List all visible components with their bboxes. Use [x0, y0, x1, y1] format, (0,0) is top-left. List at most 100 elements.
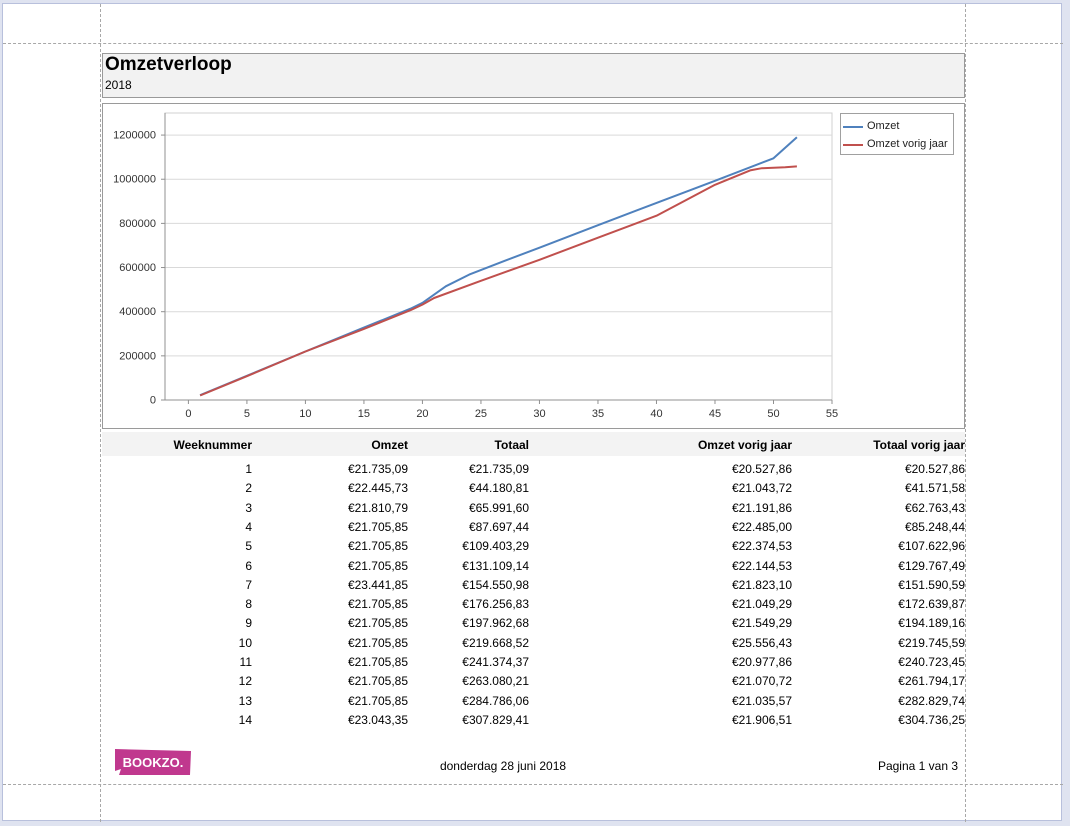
cell-totaal: €307.829,41: [462, 712, 529, 727]
y-tick-label: 1200000: [113, 130, 156, 142]
x-tick-label: 40: [650, 408, 662, 420]
cell-weeknummer: 1: [245, 462, 252, 476]
report-title: Omzetverloop: [105, 54, 232, 75]
table-row: 8 €21.705,85 €176.256,83 €21.049,29 €172.639…: [102, 595, 965, 614]
cell-totaal: €219.668,52: [462, 635, 529, 650]
x-tick-label: 35: [592, 408, 604, 420]
cell-weeknummer: 7: [245, 577, 252, 592]
cell-omzet-vorig-jaar: €21.043,72: [731, 481, 792, 496]
cell-totaal-vorig-jaar: €20.527,86: [904, 462, 965, 476]
cell-totaal-vorig-jaar: €151.590,59: [898, 577, 965, 592]
cell-weeknummer: 10: [238, 635, 252, 650]
cell-totaal-vorig-jaar: €194.189,16: [898, 616, 965, 631]
cell-totaal: €176.256,83: [462, 597, 529, 612]
x-tick-label: 55: [826, 408, 838, 420]
cell-totaal: €131.109,14: [462, 558, 529, 573]
cell-totaal: €197.962,68: [462, 616, 529, 631]
cell-omzet-vorig-jaar: €21.191,86: [731, 500, 792, 515]
margin-guide-top: [3, 43, 1063, 44]
cell-weeknummer: 12: [238, 674, 252, 689]
logo-text: BOOKZO.: [123, 755, 184, 770]
cell-totaal-vorig-jaar: €261.794,17: [898, 674, 965, 689]
cell-omzet: €21.735,09: [347, 462, 408, 476]
cell-totaal: €154.550,98: [462, 577, 529, 592]
table-row: 6 €21.705,85 €131.109,14 €22.144,53 €129.767…: [102, 557, 965, 576]
column-header-omzet-vorig-jaar: Omzet vorig jaar: [697, 438, 792, 452]
cell-totaal-vorig-jaar: €62.763,43: [904, 500, 965, 515]
cell-omzet-vorig-jaar: €21.070,72: [731, 674, 792, 689]
table-row: 12 €21.705,85 €263.080,21 €21.070,72 €261.79…: [102, 672, 965, 691]
cell-totaal: €65.991,60: [468, 500, 529, 515]
cell-omzet: €21.810,79: [347, 500, 408, 515]
table-row: 4 €21.705,85 €87.697,44 €22.485,00 €85.248,4…: [102, 518, 965, 537]
report-subtitle: 2018: [105, 78, 132, 92]
cell-omzet-vorig-jaar: €20.977,86: [731, 655, 792, 669]
cell-weeknummer: 13: [238, 693, 252, 708]
cell-totaal: €87.697,44: [468, 519, 529, 534]
cell-totaal: €109.403,29: [462, 539, 529, 554]
x-tick-label: 25: [475, 408, 487, 420]
x-tick-label: 20: [416, 408, 428, 420]
cell-weeknummer: 9: [245, 616, 252, 631]
chart-legend: Omzet Omzet vorig jaar: [840, 113, 954, 155]
bookzo-logo: BOOKZO.: [115, 749, 191, 775]
column-header-totaal: Totaal: [494, 438, 529, 452]
table-header: Weeknummer Omzet Totaal Omzet vorig jaar Tot…: [102, 432, 965, 456]
cell-omzet: €21.705,85: [347, 635, 408, 650]
y-tick-label: 200000: [119, 350, 156, 362]
legend-label: Omzet: [867, 120, 900, 132]
y-tick-label: 800000: [119, 218, 156, 230]
table-row: 14 €23.043,35 €307.829,41 €21.906,51 €304.73…: [102, 711, 965, 730]
cell-omzet: €21.705,85: [347, 519, 408, 534]
table-row: 1 €21.735,09 €21.735,09 €20.527,86 €20.527,8…: [102, 460, 965, 479]
x-tick-label: 15: [358, 408, 370, 420]
cell-totaal: €241.374,37: [462, 655, 529, 669]
cell-totaal-vorig-jaar: €219.745,59: [898, 635, 965, 650]
chart-panel: 0 200000 400000 600000 800000 1000000 1200000 0…: [102, 103, 965, 429]
cell-omzet-vorig-jaar: €20.527,86: [731, 462, 792, 476]
cell-weeknummer: 3: [245, 500, 252, 515]
column-header-weeknummer: Weeknummer: [173, 438, 252, 452]
cell-weeknummer: 8: [245, 597, 252, 612]
margin-guide-left: [100, 4, 101, 822]
cell-omzet: €21.705,85: [347, 674, 408, 689]
cell-weeknummer: 11: [239, 655, 252, 669]
cell-totaal-vorig-jaar: €41.571,58: [904, 481, 965, 496]
x-tick-label: 45: [709, 408, 721, 420]
cell-totaal-vorig-jaar: €85.248,44: [904, 519, 965, 534]
y-tick-label: 600000: [119, 262, 156, 274]
cell-weeknummer: 5: [245, 539, 252, 554]
report-page: Omzetverloop 2018 0 200000 400000 600000 800…: [2, 3, 1063, 822]
cell-omzet: €21.705,85: [347, 655, 408, 669]
line-chart: 0 200000 400000 600000 800000 1000000 1200000 0…: [113, 112, 838, 420]
footer-page-number: Pagina 1 van 3: [877, 759, 958, 773]
legend-label: Omzet vorig jaar: [867, 138, 948, 150]
x-tick-label: 10: [299, 408, 311, 420]
cell-omzet-vorig-jaar: €21.823,10: [731, 577, 792, 592]
x-tick-label: 0: [185, 408, 191, 420]
y-tick-label: 1000000: [113, 174, 156, 186]
cell-totaal-vorig-jaar: €304.736,25: [898, 712, 965, 727]
cell-omzet-vorig-jaar: €22.485,00: [731, 519, 792, 534]
table-row: 13 €21.705,85 €284.786,06 €21.035,57 €282.82…: [102, 692, 965, 711]
cell-omzet: €21.705,85: [347, 597, 408, 612]
cell-totaal: €44.180,81: [468, 481, 529, 496]
table-row: 5 €21.705,85 €109.403,29 €22.374,53 €107.622…: [102, 537, 965, 556]
legend-swatch: [843, 144, 863, 146]
table-row: 3 €21.810,79 €65.991,60 €21.191,86 €62.763,4…: [102, 499, 965, 518]
column-header-omzet: Omzet: [371, 438, 408, 452]
margin-guide-right: [965, 4, 966, 822]
cell-omzet-vorig-jaar: €21.549,29: [731, 616, 792, 631]
x-tick-label: 30: [533, 408, 545, 420]
cell-omzet-vorig-jaar: €25.556,43: [731, 635, 792, 650]
table-row: 9 €21.705,85 €197.962,68 €21.549,29 €194.189…: [102, 614, 965, 633]
cell-weeknummer: 14: [238, 712, 252, 727]
legend-swatch: [843, 126, 863, 128]
y-tick-label: 400000: [119, 306, 156, 318]
footer-date: donderdag 28 juni 2018: [439, 759, 567, 773]
cell-omzet: €21.705,85: [347, 539, 408, 554]
cell-omzet: €21.705,85: [347, 558, 408, 573]
cell-totaal-vorig-jaar: €172.639,87: [898, 597, 965, 612]
cell-totaal-vorig-jaar: €107.622,96: [898, 539, 965, 554]
cell-weeknummer: 4: [245, 519, 252, 534]
